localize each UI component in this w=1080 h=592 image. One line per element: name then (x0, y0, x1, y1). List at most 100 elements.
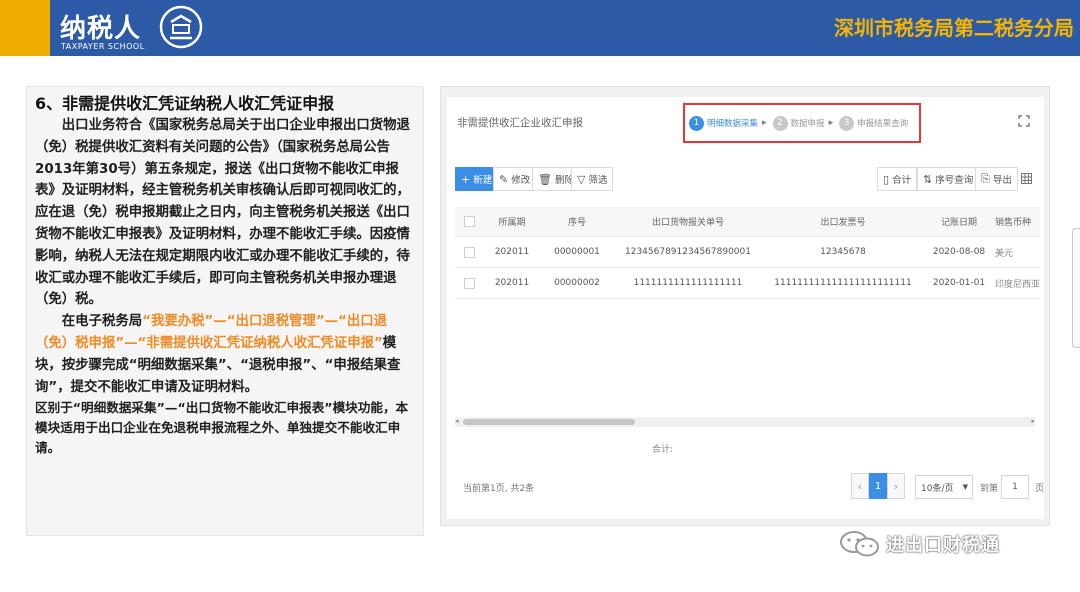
row-checkbox[interactable] (463, 277, 475, 289)
step-result-query[interactable]: 3 申报结果查询 (839, 115, 909, 131)
sequence-query-button[interactable]: ⇅ 序号查询 (917, 167, 980, 191)
total-records: 当前第1页, 共2条 (463, 484, 535, 494)
logo-text: 纳税人 (60, 14, 142, 44)
cell-currency: 印度尼西亚卢比 (995, 279, 1040, 290)
table-row[interactable]: 202011 00000002 1111111111111111111 1111… (455, 268, 1040, 299)
select-all-checkbox[interactable] (463, 216, 475, 227)
step-data-declaration[interactable]: 2 数据申报 ▸ (772, 115, 834, 131)
step-label: 数据申报 (790, 119, 825, 129)
edit-icon: ✎ (499, 172, 509, 186)
article-paragraph-1: 出口业务符合《国家税务总局关于出口企业申报出口货物退（免）税提供收汇资料有关问题… (35, 115, 417, 311)
current-page-button[interactable]: 1 (869, 473, 887, 499)
scroll-right-icon[interactable]: ▸ (1031, 417, 1035, 425)
header-date[interactable]: 记账日期 (923, 215, 995, 228)
header-customs-no[interactable]: 出口货物报关单号 (613, 215, 763, 228)
cell-invoice-no: 12345678 (820, 247, 866, 257)
filter-button[interactable]: ▽ 筛选 (571, 167, 614, 191)
plus-icon: + (461, 172, 471, 186)
next-page-button[interactable]: › (887, 473, 905, 499)
goto-page-input[interactable]: 1 (1001, 475, 1029, 499)
article-paragraph-3: 区别于“明细数据采集”—“出口货物不能收汇申报表”模块功能，本模块适用于出口企业… (35, 400, 409, 456)
cell-customs-no: 1111111111111111111 (633, 278, 743, 288)
table-toolbar: + 新建 ✎ 修改 🗑 删除 ▽ 筛选 ▯ 合计 ⇅ 序号查询 ⎘ 导出 (455, 165, 1040, 195)
paragraph-1-text: 出口业务符合《国家税务总局关于出口企业申报出口货物退（免）税提供收汇资料有关问题… (35, 118, 410, 308)
logo-subtitle: TAXPAYER SCHOOL (61, 42, 145, 51)
scroll-left-icon[interactable]: ◂ (455, 417, 459, 425)
cell-currency: 美元 (995, 248, 1014, 259)
add-button[interactable]: + 新建 (455, 167, 499, 191)
cell-invoice-no: 111111111111111111111111 (774, 278, 912, 288)
paragraph-2-prefix: 在电子税务局 (61, 314, 143, 330)
trash-icon: 🗑 (538, 172, 552, 186)
export-label: 导出 (992, 175, 1012, 186)
filter-icon: ▽ (577, 172, 586, 186)
pagination: ‹ 1 › (851, 473, 905, 499)
subtotal-label: 合计 (892, 175, 912, 186)
sequence-label: 序号查询 (935, 175, 974, 186)
step-label: 明细数据采集 (707, 119, 759, 129)
article-paragraph-2: 在电子税务局“我要办税”—“出口退税管理”—“出口退（免）税申报”—“非需提供收… (35, 311, 417, 398)
wechat-logo-icon (840, 531, 879, 557)
grid-settings-icon[interactable] (1021, 173, 1032, 184)
header-invoice-no[interactable]: 出口发票号 (763, 215, 923, 228)
side-tab[interactable] (1072, 228, 1080, 348)
prev-page-button[interactable]: ‹ (851, 473, 869, 499)
caret-down-icon: ▼ (962, 483, 968, 491)
filter-label: 筛选 (588, 175, 608, 186)
cell-seq: 00000002 (554, 278, 600, 288)
page-size-value: 10条/页 (921, 483, 954, 494)
step-arrow-icon: ▸ (828, 118, 834, 128)
fullscreen-icon[interactable] (1018, 115, 1030, 127)
row-checkbox[interactable] (463, 246, 475, 258)
article-panel: 6、非需提供收汇凭证纳税人收汇凭证申报 出口业务符合《国家税务总局关于出口企业申… (26, 86, 424, 536)
header-period[interactable]: 所属期 (483, 215, 541, 228)
window-title: 非需提供收汇企业收汇申报 (457, 117, 583, 129)
watermark-name: 进出口财税通 (886, 535, 1000, 556)
cell-period: 202011 (494, 278, 530, 288)
edit-button[interactable]: ✎ 修改 (493, 167, 537, 191)
school-emblem-icon (159, 5, 203, 49)
table-row[interactable]: 202011 00000001 1234567891234567890001 1… (455, 237, 1040, 268)
subtotal-button[interactable]: ▯ 合计 (877, 167, 918, 191)
cell-seq: 00000001 (554, 247, 600, 257)
header-seq[interactable]: 序号 (541, 215, 613, 228)
page-word: 页 (1035, 484, 1045, 494)
header-currency[interactable]: 销售币种 (995, 215, 1040, 228)
step-number: 3 (839, 115, 855, 131)
step-arrow-icon: ▸ (762, 118, 767, 128)
cell-customs-no: 1234567891234567890001 (625, 247, 751, 257)
edit-label: 修改 (511, 175, 531, 186)
wechat-watermark: 进出口财税通 (838, 529, 1000, 559)
page-size-select[interactable]: 10条/页 ▼ (915, 475, 973, 499)
etax-screenshot: 非需提供收汇企业收汇申报 1 明细数据采集 ▸ 2 数据申报 ▸ 3 申报结果查… (440, 86, 1050, 526)
goto-label: 到第 (980, 484, 999, 494)
export-button[interactable]: ⎘ 导出 (975, 167, 1018, 191)
cell-period: 202011 (494, 247, 530, 257)
sum-label: 合计: (652, 445, 674, 455)
step-number: 2 (772, 115, 788, 131)
step-number: 1 (689, 115, 704, 131)
data-table: 所属期 序号 出口货物报关单号 出口发票号 记账日期 销售币种 202011 0… (455, 207, 1040, 299)
sort-icon: ⇅ (923, 172, 933, 186)
bureau-name: 深圳市税务局第二税务分局 (834, 16, 1074, 40)
bookmark-icon: ▯ (883, 172, 890, 186)
banner-accent-block (0, 0, 50, 56)
step-label: 申报结果查询 (857, 119, 909, 129)
cell-date: 2020-01-01 (932, 278, 986, 288)
export-icon: ⎘ (981, 172, 990, 185)
taxpayer-school-logo: 纳税人 TAXPAYER SCHOOL (55, 2, 215, 54)
horizontal-scrollbar[interactable]: ◂ ▸ (455, 417, 1035, 427)
row-select-cell (455, 246, 483, 258)
cell-date: 2020-08-08 (932, 247, 986, 257)
table-footer: 当前第1页, 共2条 ‹ 1 › 10条/页 ▼ 到第 1 页 (455, 473, 1044, 501)
step-indicator: 1 明细数据采集 ▸ 2 数据申报 ▸ 3 申报结果查询 (683, 103, 921, 143)
table-header: 所属期 序号 出口货物报关单号 出口发票号 记账日期 销售币种 (455, 207, 1040, 237)
scrollbar-thumb[interactable] (463, 419, 635, 425)
header-banner: 纳税人 TAXPAYER SCHOOL 深圳市税务局第二税务分局 (0, 0, 1080, 56)
add-label: 新建 (473, 175, 493, 186)
select-all-cell (455, 216, 483, 227)
row-select-cell (455, 277, 483, 289)
article-heading: 6、非需提供收汇凭证纳税人收汇凭证申报 (35, 94, 335, 113)
etax-window: 非需提供收汇企业收汇申报 1 明细数据采集 ▸ 2 数据申报 ▸ 3 申报结果查… (447, 97, 1044, 519)
step-detail-collection[interactable]: 1 明细数据采集 ▸ (689, 115, 767, 131)
